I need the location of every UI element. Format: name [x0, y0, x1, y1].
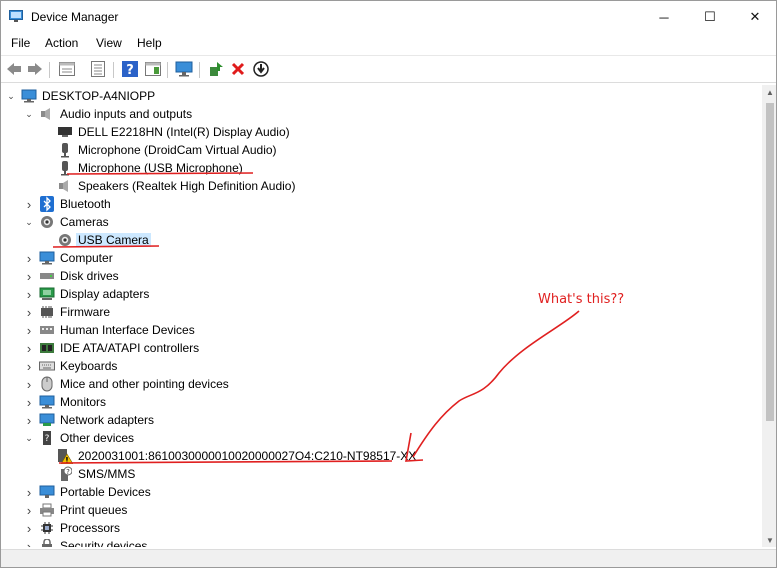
- device-manager-window: Device Manager ─ ☐ ✕ File Action View He…: [0, 0, 777, 568]
- underline-usb-camera: [52, 245, 160, 248]
- annotation-arrow: [412, 310, 580, 458]
- underline-usb-microphone: [66, 172, 254, 175]
- underline-unknown-device: [58, 460, 393, 464]
- annotation-arrow-head: [405, 432, 424, 462]
- annotation-layer: [52, 172, 580, 464]
- annotation-text: What's this??: [538, 292, 625, 307]
